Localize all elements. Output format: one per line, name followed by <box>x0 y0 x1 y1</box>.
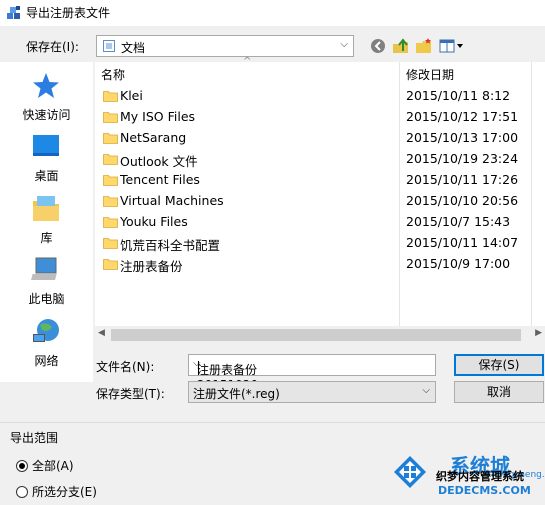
watermark-line3: DEDECMS.COM <box>438 484 531 497</box>
save-in-label: 保存在(I): <box>26 40 79 54</box>
file-row[interactable]: Virtual Machines 2015/10/10 20:56 <box>95 191 545 212</box>
view-menu-icon[interactable] <box>438 37 466 55</box>
folder-icon <box>103 217 118 228</box>
documents-folder-icon <box>103 40 115 52</box>
file-name: My ISO Files <box>120 109 196 124</box>
folder-icon <box>103 175 118 186</box>
file-row[interactable]: 饥荒百科全书配置 2015/10/11 14:07 <box>95 233 545 254</box>
watermark: 系统城 xitongcheng.com 织梦内容管理系统 DEDECMS.COM <box>388 448 545 504</box>
file-name: Virtual Machines <box>120 193 224 208</box>
file-date: 2015/10/11 14:07 <box>406 235 519 250</box>
file-list[interactable]: ^ 名称 修改日期 Klei 2015/10/11 8:12 My ISO File… <box>95 56 545 344</box>
place-desktop[interactable]: 桌面 <box>0 129 93 187</box>
file-date: 2015/10/7 15:43 <box>406 214 511 229</box>
file-name: NetSarang <box>120 130 187 145</box>
place-quick-access[interactable]: 快速访问 <box>0 68 93 126</box>
save-in-value: 文档 <box>121 41 146 55</box>
file-date: 2015/10/11 8:12 <box>406 88 511 103</box>
file-date: 2015/10/12 17:51 <box>406 109 519 124</box>
filetype-value: 注册文件(*.reg) <box>193 387 280 401</box>
folder-icon <box>103 238 118 249</box>
radio-selected-label[interactable]: 所选分支(E) <box>32 483 97 500</box>
horizontal-scrollbar[interactable]: ◀ ▶ <box>95 326 545 344</box>
windows-logo-icon <box>394 456 426 488</box>
file-date: 2015/10/10 20:56 <box>406 193 519 208</box>
sort-ascending-icon: ^ <box>243 56 252 67</box>
radio-all[interactable] <box>16 460 28 472</box>
places-bar: 快速访问 桌面 库 此电脑 网络 <box>0 62 93 382</box>
place-label: 快速访问 <box>22 108 71 122</box>
folder-icon <box>103 112 118 123</box>
filetype-select[interactable]: 注册文件(*.reg) ⌵ <box>188 381 436 403</box>
place-this-pc[interactable]: 此电脑 <box>0 252 93 310</box>
computer-icon <box>31 257 57 280</box>
place-library[interactable]: 库 <box>0 191 93 249</box>
file-row[interactable]: 注册表备份 2015/10/9 17:00 <box>95 254 545 275</box>
radio-selected-branch[interactable] <box>16 486 28 498</box>
file-row[interactable]: Outlook 文件 2015/10/19 23:24 <box>95 149 545 170</box>
place-label: 库 <box>40 231 53 245</box>
watermark-line2: 织梦内容管理系统 <box>436 470 524 483</box>
folder-icon <box>103 196 118 207</box>
filetype-label: 保存类型(T): <box>96 387 165 401</box>
file-name: 饥荒百科全书配置 <box>120 238 221 253</box>
chevron-down-icon: ⌵ <box>422 385 430 396</box>
save-in-dropdown[interactable]: 文档 ⌵ <box>96 35 354 57</box>
library-icon <box>33 196 59 221</box>
folder-icon <box>103 259 118 270</box>
radio-all-label[interactable]: 全部(A) <box>32 457 74 474</box>
file-date: 2015/10/19 23:24 <box>406 151 519 166</box>
filename-label: 文件名(N): <box>96 360 155 374</box>
file-row[interactable]: My ISO Files 2015/10/12 17:51 <box>95 107 545 128</box>
place-label: 网络 <box>34 354 59 368</box>
place-label: 此电脑 <box>28 292 65 306</box>
title-bar: 导出注册表文件 <box>0 0 545 26</box>
new-folder-icon[interactable] <box>414 37 434 55</box>
window-title: 导出注册表文件 <box>26 6 111 20</box>
file-date: 2015/10/9 17:00 <box>406 256 511 271</box>
cancel-button[interactable]: 取消 <box>454 381 544 403</box>
folder-icon <box>103 91 118 102</box>
export-range-title: 导出范围 <box>10 431 59 445</box>
file-row[interactable]: NetSarang 2015/10/13 17:00 <box>95 128 545 149</box>
column-header-modified[interactable]: 修改日期 <box>406 66 454 83</box>
file-name: Klei <box>120 88 143 103</box>
up-folder-icon[interactable] <box>391 37 411 55</box>
back-icon[interactable] <box>369 37 389 55</box>
scrollbar-thumb[interactable] <box>111 329 521 341</box>
file-date: 2015/10/13 17:00 <box>406 130 519 145</box>
folder-icon <box>103 154 118 165</box>
file-name: Outlook 文件 <box>120 154 198 169</box>
desktop-icon <box>33 135 59 156</box>
column-header-name[interactable]: 名称 <box>101 66 125 83</box>
file-name: 注册表备份 <box>120 259 183 274</box>
save-button[interactable]: 保存(S) <box>454 354 544 376</box>
registry-icon <box>7 6 20 19</box>
file-name: Youku Files <box>120 214 188 229</box>
filename-input[interactable]: 注册表备份20151020 ⌵ <box>188 354 436 392</box>
scroll-left-icon[interactable]: ◀ <box>98 328 105 338</box>
file-row[interactable]: Youku Files 2015/10/7 15:43 <box>95 212 545 233</box>
file-row[interactable]: Tencent Files 2015/10/11 17:26 <box>95 170 545 191</box>
place-network[interactable]: 网络 <box>0 314 93 372</box>
folder-icon <box>103 133 118 144</box>
network-icon <box>33 319 59 342</box>
scroll-right-icon[interactable]: ▶ <box>535 328 542 338</box>
file-row[interactable]: Klei 2015/10/11 8:12 <box>95 86 545 107</box>
chevron-down-icon[interactable]: ⌵ <box>193 358 430 369</box>
file-name: Tencent Files <box>120 172 200 187</box>
place-label: 桌面 <box>34 169 59 183</box>
chevron-down-icon: ⌵ <box>340 39 348 50</box>
file-date: 2015/10/11 17:26 <box>406 172 519 187</box>
star-icon <box>33 73 59 98</box>
